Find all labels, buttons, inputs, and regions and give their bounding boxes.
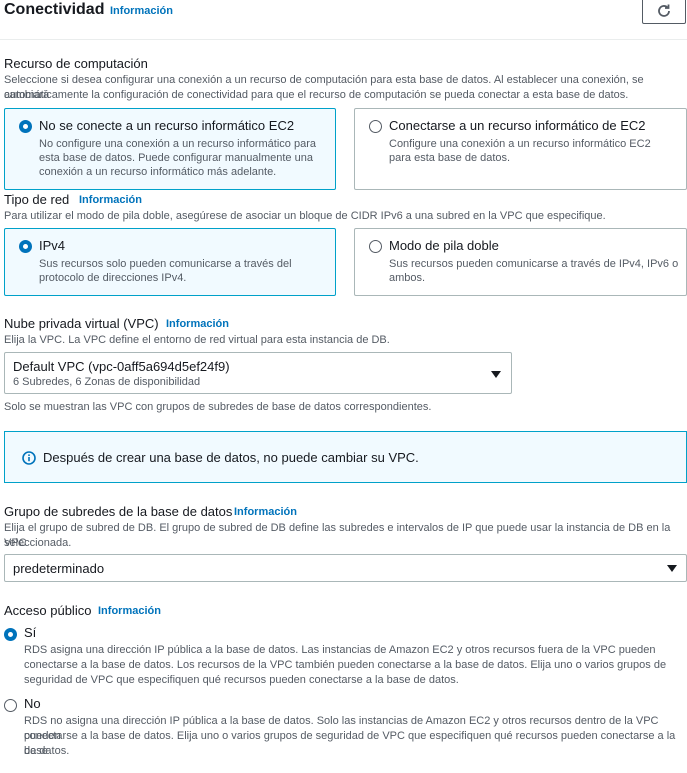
public-access-label: Acceso público [4,603,92,618]
radio-no-ec2[interactable] [19,120,32,133]
subnet-select[interactable]: predeterminado [4,554,687,582]
alert-text: Después de crear una base de datos, no p… [43,450,419,465]
subnet-info-link[interactable]: Información [234,506,297,518]
compute-option-no-ec2[interactable]: No se conecte a un recurso informático E… [4,108,336,190]
vpc-select[interactable]: Default VPC (vpc-0aff5a694d5ef24f9) 6 Su… [4,352,512,394]
network-option-desc: Sus recursos solo pueden comunicarse a t… [39,258,292,270]
compute-description-line-2: automáticamente la configuración de cone… [4,89,629,101]
refresh-icon [658,4,670,17]
subnet-description-line-1: Elija el grupo de subred de DB. El grupo… [4,522,671,549]
public-access-option-desc: de datos. [24,745,70,757]
network-description: Para utilizar el modo de pila doble, ase… [4,210,606,222]
vpc-label: Nube privada virtual (VPC) [4,316,159,331]
public-access-option-desc: conectarse a la base de datos. Elija uno… [24,730,676,757]
vpc-selected-sub: 6 Subredes, 6 Zonas de disponibilidad [13,376,201,388]
section-header: Conectividad Información [0,0,687,40]
compute-label: Recurso de computación [4,56,148,71]
public-access-option-yes[interactable]: Sí RDS asigna una dirección IP pública a… [4,624,687,688]
compute-option-desc: esta base de datos. Puede configurar man… [39,152,313,164]
network-option-ipv4[interactable]: IPv4 Sus recursos solo pueden comunicars… [4,228,336,296]
network-option-dual-stack[interactable]: Modo de pila doble Sus recursos pueden c… [354,228,687,296]
public-access-option-desc: RDS asigna una dirección IP pública a la… [24,644,656,656]
public-access-info-link[interactable]: Información [98,605,161,617]
public-access-option-desc: conectarse a la base de datos. Los recur… [24,659,667,671]
network-option-desc: ambos. [389,272,426,284]
compute-option-title: Conectarse a un recurso informático de E… [389,118,646,133]
radio-dual-stack[interactable] [369,240,382,253]
vpc-selected-value: Default VPC (vpc-0aff5a694d5ef24f9) [13,359,230,374]
network-info-link[interactable]: Información [79,194,142,206]
radio-public-yes[interactable] [4,628,17,641]
compute-option-ec2[interactable]: Conectarse a un recurso informático de E… [354,108,687,190]
radio-ec2[interactable] [369,120,382,133]
subnet-label: Grupo de subredes de la base de datos [4,504,233,519]
public-access-option-no[interactable]: No RDS no asigna una dirección IP públic… [4,695,687,759]
public-access-option-title: No [24,696,41,711]
compute-option-desc: Configure una conexión a un recurso info… [389,138,651,150]
caret-down-icon [667,565,677,572]
compute-option-title: No se conecte a un recurso informático E… [39,118,295,133]
network-label: Tipo de red [4,192,70,207]
compute-option-desc: No configure una conexión a un recurso i… [39,138,316,150]
refresh-button[interactable] [642,0,686,24]
network-option-desc: protocolo de direcciones IPv4. [39,272,187,284]
info-link[interactable]: Información [110,5,173,17]
vpc-info-link[interactable]: Información [166,318,229,330]
vpc-description: Elija la VPC. La VPC define el entorno d… [4,334,390,346]
radio-ipv4[interactable] [19,240,32,253]
subnet-description-line-2: seleccionada. [4,537,72,549]
network-option-desc: Sus recursos pueden comunicarse a través… [389,258,679,270]
compute-option-desc: conexión a un recurso informático más ad… [39,166,277,178]
subnet-selected-value: predeterminado [13,561,105,576]
network-option-title: Modo de pila doble [389,238,499,253]
section-title: Conectividad [4,1,105,18]
network-option-title: IPv4 [39,238,66,253]
public-access-option-title: Sí [24,625,37,640]
caret-down-icon [491,371,501,378]
vpc-hint: Solo se muestran las VPC con grupos de s… [4,401,432,413]
compute-option-desc: para esta base de datos. [389,152,511,164]
info-circle-icon [22,451,36,465]
info-alert: Después de crear una base de datos, no p… [4,431,687,483]
public-access-option-desc: seguridad de VPC que especifiquen qué re… [24,674,459,686]
radio-public-no[interactable] [4,699,17,712]
